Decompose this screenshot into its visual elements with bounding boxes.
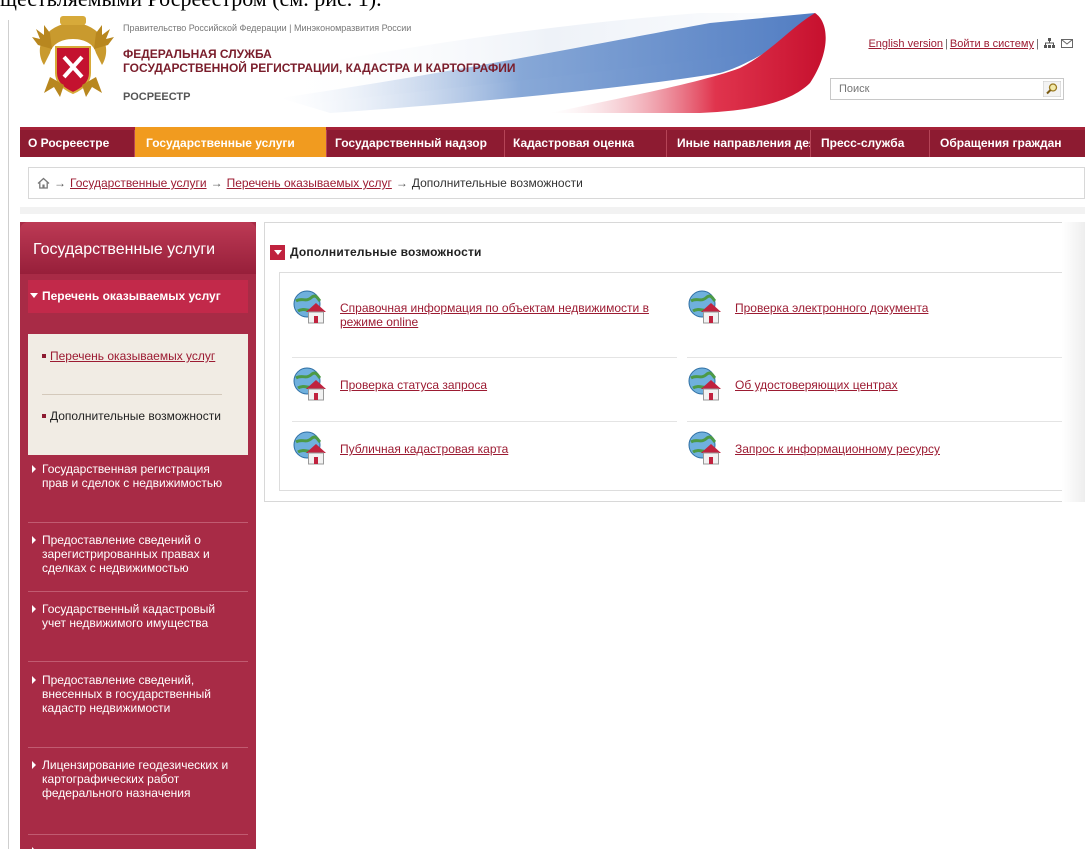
nav-item-press[interactable]: Пресс-служба bbox=[811, 130, 929, 157]
sidebar-item-cadastral-registration[interactable]: Государственный кадастровый учет недвижи… bbox=[28, 602, 248, 630]
content-panel: Дополнительные возможности Справочная ин… bbox=[264, 222, 1085, 502]
service-link-document-check[interactable]: Проверка электронного документа bbox=[735, 301, 1085, 315]
globe-house-icon bbox=[688, 431, 721, 465]
sitemap-icon[interactable] bbox=[1043, 38, 1055, 48]
breadcrumb-arrow: → bbox=[54, 176, 66, 190]
nav-item-cadastral-valuation[interactable]: Кадастровая оценка bbox=[505, 130, 666, 157]
agency-name: ФЕДЕРАЛЬНАЯ СЛУЖБА ГОСУДАРСТВЕННОЙ РЕГИС… bbox=[123, 47, 583, 75]
sidebar-item-label: Предоставление сведений о зарегистрирова… bbox=[42, 533, 210, 575]
service-item: Запрос к информационному ресурсу bbox=[687, 430, 1077, 478]
sidebar-divider bbox=[28, 747, 248, 748]
search-box bbox=[830, 78, 1064, 100]
submenu-divider bbox=[42, 394, 222, 395]
sidebar-divider bbox=[28, 661, 248, 662]
sidebar-divider bbox=[28, 834, 248, 835]
site-header: Правительство Российской Федерации | Мин… bbox=[20, 13, 1085, 118]
submenu-item: Дополнительные возможности bbox=[42, 409, 242, 423]
breadcrumb-arrow: → bbox=[395, 176, 408, 190]
nav-item-other-activities[interactable]: Иные направления деятельности bbox=[667, 130, 810, 157]
sidebar-divider bbox=[28, 522, 248, 523]
sidebar-item-label: Государственный кадастровый учет недвижи… bbox=[42, 602, 216, 630]
triangle-right-icon bbox=[32, 676, 36, 684]
triangle-right-icon bbox=[32, 761, 36, 769]
service-item: Справочная информация по объектам недвиж… bbox=[292, 289, 682, 337]
search-icon[interactable] bbox=[1043, 81, 1061, 97]
section-header[interactable]: Дополнительные возможности bbox=[270, 245, 482, 260]
triangle-right-icon bbox=[32, 536, 36, 544]
main-nav: О Росреестре Государственные услуги Госу… bbox=[20, 127, 1085, 157]
service-link-property-info[interactable]: Справочная информация по объектам недвиж… bbox=[340, 301, 690, 329]
breadcrumb-arrow: → bbox=[210, 176, 223, 190]
home-icon[interactable] bbox=[37, 177, 50, 189]
globe-house-icon bbox=[293, 431, 326, 465]
agency-name-line-2: ГОСУДАРСТВЕННОЙ РЕГИСТРАЦИИ, КАДАСТРА И … bbox=[123, 61, 516, 75]
sidebar-submenu: Перечень оказываемых услуг Дополнительны… bbox=[28, 334, 248, 455]
sidebar-title: Государственные услуги bbox=[20, 222, 256, 274]
sidebar-divider bbox=[28, 591, 248, 592]
government-line: Правительство Российской Федерации | Мин… bbox=[123, 23, 412, 33]
globe-house-icon bbox=[688, 367, 721, 401]
service-item: Публичная кадастровая карта bbox=[292, 430, 682, 478]
services-box: Справочная информация по объектам недвиж… bbox=[279, 272, 1084, 491]
sidebar-open-label: Перечень оказываемых услуг bbox=[42, 289, 221, 303]
english-version-link[interactable]: English version bbox=[868, 38, 943, 50]
service-divider bbox=[687, 357, 1071, 358]
mail-icon[interactable] bbox=[1061, 39, 1073, 48]
nav-item-services[interactable]: Государственные услуги bbox=[135, 127, 326, 157]
top-link-separator: | bbox=[1036, 38, 1039, 50]
sidebar-item-rights-info[interactable]: Предоставление сведений о зарегистрирова… bbox=[28, 533, 248, 575]
globe-house-icon bbox=[688, 290, 721, 324]
service-link-certification-centers[interactable]: Об удостоверяющих центрах bbox=[735, 378, 1085, 392]
top-links: English version | Войти в систему | bbox=[868, 38, 1073, 50]
nav-item-supervision[interactable]: Государственный надзор bbox=[327, 130, 504, 157]
coat-of-arms-icon bbox=[32, 16, 114, 97]
breadcrumb-current: Дополнительные возможности bbox=[411, 176, 583, 190]
service-divider bbox=[687, 421, 1071, 422]
section-title: Дополнительные возможности bbox=[290, 245, 482, 259]
sidebar-item-label: Предоставление сведений, внесенных в гос… bbox=[42, 673, 212, 715]
sidebar-item-label: Лицензирование геодезических и картограф… bbox=[42, 758, 229, 800]
caret-down-icon bbox=[30, 293, 38, 298]
submenu-item: Перечень оказываемых услуг bbox=[42, 349, 242, 363]
service-link-public-cadastral-map[interactable]: Публичная кадастровая карта bbox=[340, 442, 690, 456]
top-link-separator: | bbox=[945, 38, 948, 50]
submenu-current-item: Дополнительные возможности bbox=[50, 409, 221, 423]
nav-item-about[interactable]: О Росреестре bbox=[20, 130, 134, 157]
triangle-right-icon bbox=[32, 465, 36, 473]
sidebar-item-services-list-open[interactable]: Перечень оказываемых услуг bbox=[28, 280, 248, 313]
nav-item-citizen-appeals[interactable]: Обращения граждан bbox=[930, 130, 1085, 157]
sidebar-item-licensing[interactable]: Лицензирование геодезических и картограф… bbox=[28, 758, 248, 800]
content-edge-shade bbox=[1062, 222, 1085, 502]
breadcrumb-link-services-list[interactable]: Перечень оказываемых услуг bbox=[227, 176, 392, 190]
triangle-right-icon bbox=[32, 605, 36, 613]
globe-house-icon bbox=[293, 290, 326, 324]
service-link-request-status[interactable]: Проверка статуса запроса bbox=[340, 378, 690, 392]
submenu-link-services-list[interactable]: Перечень оказываемых услуг bbox=[50, 349, 215, 363]
login-link[interactable]: Войти в систему bbox=[950, 38, 1034, 50]
service-divider bbox=[292, 357, 677, 358]
sidebar-item-registration[interactable]: Государственная регистрация прав и сдело… bbox=[28, 462, 248, 490]
page: ществляемыми Росреестром (см. рис. 1). bbox=[0, 0, 1085, 849]
sidebar-item-cadastre-info[interactable]: Предоставление сведений, внесенных в гос… bbox=[28, 673, 248, 715]
agency-short-name: РОСРЕЕСТР bbox=[123, 91, 191, 103]
service-link-information-resource[interactable]: Запрос к информационному ресурсу bbox=[735, 442, 1085, 456]
search-input[interactable] bbox=[831, 79, 1037, 99]
sidebar: Государственные услуги Перечень оказывае… bbox=[20, 222, 256, 849]
service-item: Проверка статуса запроса bbox=[292, 366, 682, 414]
page-left-rule bbox=[8, 20, 9, 849]
bullet-icon bbox=[42, 414, 46, 418]
collapse-icon[interactable] bbox=[270, 245, 285, 260]
breadcrumb-link-services[interactable]: Государственные услуги bbox=[70, 176, 207, 190]
bullet-icon bbox=[42, 354, 46, 358]
sidebar-item-label: Государственная регистрация прав и сдело… bbox=[42, 462, 223, 490]
service-item: Об удостоверяющих центрах bbox=[687, 366, 1077, 414]
service-divider bbox=[292, 421, 677, 422]
document-caption: ществляемыми Росреестром (см. рис. 1). bbox=[0, 0, 382, 12]
breadcrumb: → Государственные услуги → Перечень оказыва… bbox=[28, 167, 1085, 199]
globe-house-icon bbox=[293, 367, 326, 401]
agency-name-line-1: ФЕДЕРАЛЬНАЯ СЛУЖБА bbox=[123, 47, 272, 61]
service-item: Проверка электронного документа bbox=[687, 289, 1077, 337]
divider-strip bbox=[20, 207, 1085, 214]
